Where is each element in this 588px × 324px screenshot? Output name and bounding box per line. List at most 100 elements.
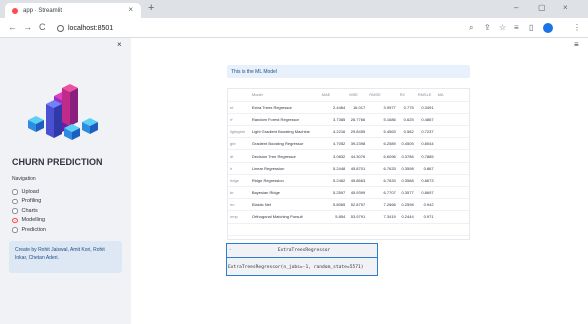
table-cell[interactable]: 0.7885 [415,149,436,163]
table-cell[interactable] [435,210,469,224]
star-icon[interactable]: ☆ [499,23,506,32]
window-close-button[interactable]: × [563,3,568,12]
table-cell[interactable] [435,186,469,200]
table-cell[interactable] [435,162,469,175]
table-cell[interactable]: 0.775 [397,101,416,114]
table-cell[interactable] [249,235,320,239]
table-row[interactable]: omp Orthogonal Matching Pursuit 5.854 53.97… [228,210,469,224]
table-cell[interactable]: 7.3419 [367,210,398,224]
main-menu-icon[interactable]: ≡ [574,40,579,49]
table-cell[interactable]: 0.582 [397,125,416,139]
table-cell[interactable] [347,235,368,239]
table-cell[interactable]: 6.2589 [367,137,398,151]
table-row[interactable]: lr Linear Regression 5.2448 45.8701 6.7633 0.… [228,162,469,175]
table-cell[interactable]: 0.625 [397,113,416,127]
table-cell[interactable]: 0.3588 [397,174,416,188]
row-index-cell[interactable]: omp [228,210,250,224]
table-cell[interactable]: 0.8697 [415,186,436,200]
sidebar-icon[interactable]: ▯ [529,23,533,32]
table-row[interactable] [228,235,469,239]
table-cell[interactable] [249,223,320,236]
table-cell[interactable]: 0.3577 [397,186,416,200]
column-header[interactable] [228,89,250,102]
radio-button[interactable] [12,198,18,204]
row-index-cell[interactable]: lightgbm [228,125,250,139]
reload-button[interactable]: C [39,22,46,32]
sidebar-close-icon[interactable]: × [117,40,122,49]
table-cell[interactable] [435,223,469,236]
zoom-icon[interactable]: ⌕ [469,23,473,33]
table-cell[interactable] [347,223,368,236]
table-cell[interactable]: Light Gradient Boosting Machine [249,125,320,139]
table-cell[interactable]: 6.7633 [367,174,398,188]
table-cell[interactable]: 0.3491 [415,101,436,114]
nav-option-profiling[interactable]: Profiling [12,197,46,207]
table-cell[interactable] [435,101,469,114]
table-cell[interactable]: Elastic Net [249,198,320,212]
table-cell[interactable]: 5.2462 [319,174,348,188]
table-cell[interactable] [367,235,398,239]
row-index-cell[interactable]: dt [228,149,250,163]
table-cell[interactable] [435,125,469,139]
table-cell[interactable]: 5.2597 [319,186,348,200]
table-cell[interactable]: Extra Trees Regressor [249,101,320,114]
address-bar[interactable]: localhost:8501 [57,21,117,35]
model-repr-header[interactable]: - ExtraTreesRegressor [227,244,377,258]
table-cell[interactable]: 0.2444 [397,210,416,224]
radio-button-selected[interactable] [12,217,18,223]
table-cell[interactable]: 29.8455 [347,125,368,139]
table-cell[interactable]: 53.9791 [347,210,368,224]
table-cell[interactable]: 3.7385 [319,113,348,127]
table-cell[interactable]: 0.3786 [397,149,416,163]
table-cell[interactable] [435,137,469,151]
menu-icon[interactable]: ⋮ [573,23,581,32]
table-cell[interactable]: 0.8673 [415,174,436,188]
table-cell[interactable]: 5.2448 [319,162,348,175]
table-cell[interactable] [397,235,416,239]
forward-button[interactable]: → [23,22,32,32]
row-index-cell[interactable]: en [228,198,250,212]
radio-button[interactable] [12,189,18,195]
table-cell[interactable]: 5.8065 [319,198,348,212]
table-cell[interactable] [435,198,469,212]
table-cell[interactable]: 2.4464 [319,101,348,114]
table-cell[interactable]: 0.867 [415,162,436,175]
model-comparison-table[interactable]: Model MAE MSE RMSE R2 RMSLE MA et Extra T… [227,88,470,240]
table-cell[interactable]: 3.9977 [367,101,398,114]
table-cell[interactable]: 0.971 [415,210,436,224]
row-index-cell[interactable]: gbr [228,137,250,151]
table-cell[interactable]: 16.017 [347,101,368,114]
table-cell[interactable]: Gradient Boosting Regressor [249,137,320,151]
new-tab-button[interactable]: + [148,2,154,14]
table-cell[interactable]: 7.2666 [367,198,398,212]
table-cell[interactable]: 39.2398 [347,137,368,151]
nav-option-prediction[interactable]: Prediction [12,225,46,235]
table-cell[interactable] [435,149,469,163]
site-info-icon[interactable] [57,24,64,32]
row-index-cell[interactable] [228,223,250,236]
table-row[interactable]: ridge Ridge Regression 5.2462 45.8663 6.7633… [228,174,469,188]
table-cell[interactable]: 5.1686 [367,113,398,127]
table-cell[interactable]: 5.854 [319,210,348,224]
table-row[interactable]: rf Random Forest Regressor 3.7385 26.7766 5.… [228,113,469,127]
table-cell[interactable]: 0.7237 [415,125,436,139]
column-header[interactable]: R2 [397,89,416,102]
table-cell[interactable] [415,223,436,236]
table-row[interactable]: en Elastic Net 5.8065 52.8757 7.2666 0.2598 0.… [228,198,469,212]
table-cell[interactable] [397,223,416,236]
restore-button[interactable]: ▢ [538,3,546,12]
table-cell[interactable] [415,235,436,239]
table-cell[interactable]: Orthogonal Matching Pursuit [249,210,320,224]
table-cell[interactable]: Linear Regression [249,162,320,175]
table-cell[interactable]: 4.7052 [319,137,348,151]
table-cell[interactable]: 6.7633 [367,162,398,175]
table-cell[interactable]: 0.2598 [397,198,416,212]
table-cell[interactable]: 45.8701 [347,162,368,175]
minimize-button[interactable]: – [514,3,518,12]
table-cell[interactable]: 4.2216 [319,125,348,139]
table-cell[interactable] [435,235,469,239]
collapse-toggle[interactable]: - [229,248,259,253]
table-cell[interactable]: Ridge Regression [249,174,320,188]
table-cell[interactable] [435,113,469,127]
table-cell[interactable]: 0.942 [415,198,436,212]
